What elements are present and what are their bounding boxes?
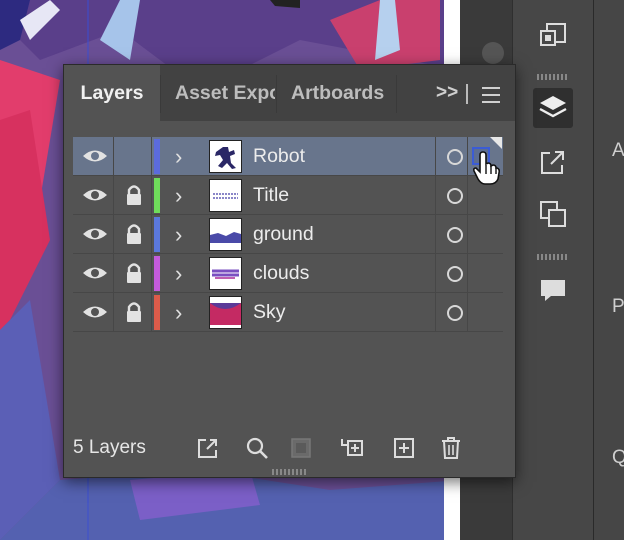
lock-icon[interactable] xyxy=(123,300,145,324)
layers-list: › Robot › Title › ground › clouds › Sky xyxy=(73,137,503,451)
layer-row[interactable]: › clouds xyxy=(73,254,503,293)
layer-color-swatch xyxy=(154,139,160,174)
dock-grip[interactable] xyxy=(537,254,569,260)
layer-name[interactable]: Sky xyxy=(253,293,286,332)
create-sublayer-button[interactable] xyxy=(339,435,365,461)
layers-icon xyxy=(539,96,567,118)
create-new-layer-icon xyxy=(394,438,414,458)
make-clipping-mask-button[interactable] xyxy=(288,435,314,461)
export-icon xyxy=(541,151,564,174)
tab-artboards[interactable]: Artboards xyxy=(291,65,401,121)
layer-thumbnail xyxy=(209,179,242,212)
target-circle-icon[interactable] xyxy=(447,149,463,165)
panel-footer: 5 Layers xyxy=(64,427,515,469)
locate-object-icon xyxy=(246,437,268,459)
target-circle-icon[interactable] xyxy=(447,305,463,321)
delete-icon xyxy=(442,437,460,459)
layers-panel-button[interactable] xyxy=(533,88,573,128)
layer-row[interactable]: › Title xyxy=(73,176,503,215)
tab-divider xyxy=(160,75,161,113)
locate-object-button[interactable] xyxy=(244,435,270,461)
layer-thumbnail xyxy=(209,218,242,251)
layers-panel: Layers Asset Expo Artboards >> › Robot › xyxy=(63,64,516,478)
layer-name[interactable]: ground xyxy=(253,215,314,254)
tab-asset-export[interactable]: Asset Expo xyxy=(175,65,275,121)
layer-row[interactable]: › Robot xyxy=(73,137,503,185)
panel-tab-bar: Layers Asset Expo Artboards >> xyxy=(64,65,515,121)
tab-divider xyxy=(466,84,468,104)
layer-name[interactable]: Title xyxy=(253,176,289,215)
lock-icon[interactable] xyxy=(123,261,145,285)
layer-color-swatch xyxy=(154,217,160,252)
properties-label: Pa xyxy=(612,296,624,317)
layer-count: 5 Layers xyxy=(73,437,146,458)
collect-for-export-button[interactable] xyxy=(195,435,221,461)
transform-panel-button[interactable] xyxy=(533,16,573,56)
panel-dock-strip xyxy=(512,0,593,540)
layer-name[interactable]: Robot xyxy=(253,137,305,176)
make-clipping-mask-icon xyxy=(291,438,311,458)
transform-icon xyxy=(540,23,566,46)
properties-label: Q xyxy=(612,447,624,468)
layer-color-swatch xyxy=(154,178,160,213)
create-sublayer-icon xyxy=(341,439,363,456)
lock-toggle[interactable] xyxy=(123,144,145,168)
properties-label: A xyxy=(612,140,624,161)
target-circle-icon[interactable] xyxy=(447,266,463,282)
eye-icon[interactable] xyxy=(81,145,109,167)
delete-layer-button[interactable] xyxy=(438,435,464,461)
chevron-right-icon[interactable]: › xyxy=(175,137,182,176)
target-circle-icon[interactable] xyxy=(447,227,463,243)
layer-thumbnail xyxy=(209,296,242,329)
eye-icon[interactable] xyxy=(81,223,109,245)
layer-row[interactable]: › ground xyxy=(73,215,503,254)
layer-name[interactable]: clouds xyxy=(253,254,309,293)
pathfinder-panel-button[interactable] xyxy=(533,194,573,234)
layer-thumbnail xyxy=(209,257,242,290)
eye-icon[interactable] xyxy=(81,301,109,323)
tab-layers[interactable]: Layers xyxy=(64,65,160,121)
export-icon xyxy=(198,439,217,458)
layer-row[interactable]: › Sky xyxy=(73,293,503,332)
chevron-right-icon[interactable]: › xyxy=(175,293,182,332)
chevron-right-icon[interactable]: › xyxy=(175,215,182,254)
target-circle-icon[interactable] xyxy=(447,188,463,204)
chevron-right-icon[interactable]: › xyxy=(175,176,182,215)
chevron-right-icon[interactable]: › xyxy=(175,254,182,293)
layer-color-swatch xyxy=(154,256,160,291)
pathfinder-icon xyxy=(540,201,566,227)
export-panel-button[interactable] xyxy=(533,142,573,182)
tab-divider xyxy=(276,75,277,113)
properties-column: A Pa Q xyxy=(593,0,624,540)
eye-icon[interactable] xyxy=(81,262,109,284)
lock-icon[interactable] xyxy=(123,222,145,246)
panel-resize-grip[interactable] xyxy=(272,469,306,475)
current-layer-indicator xyxy=(490,137,502,149)
comment-icon xyxy=(541,280,565,301)
panel-menu-icon[interactable] xyxy=(482,87,500,108)
create-new-layer-button[interactable] xyxy=(391,435,417,461)
more-tabs-button[interactable]: >> xyxy=(436,65,458,121)
eye-icon[interactable] xyxy=(81,184,109,206)
dock-grip[interactable] xyxy=(537,74,569,80)
tab-divider xyxy=(396,75,397,113)
layer-thumbnail xyxy=(209,140,242,173)
comments-panel-button[interactable] xyxy=(533,270,573,310)
lock-icon[interactable] xyxy=(123,183,145,207)
layer-color-swatch xyxy=(154,295,160,330)
